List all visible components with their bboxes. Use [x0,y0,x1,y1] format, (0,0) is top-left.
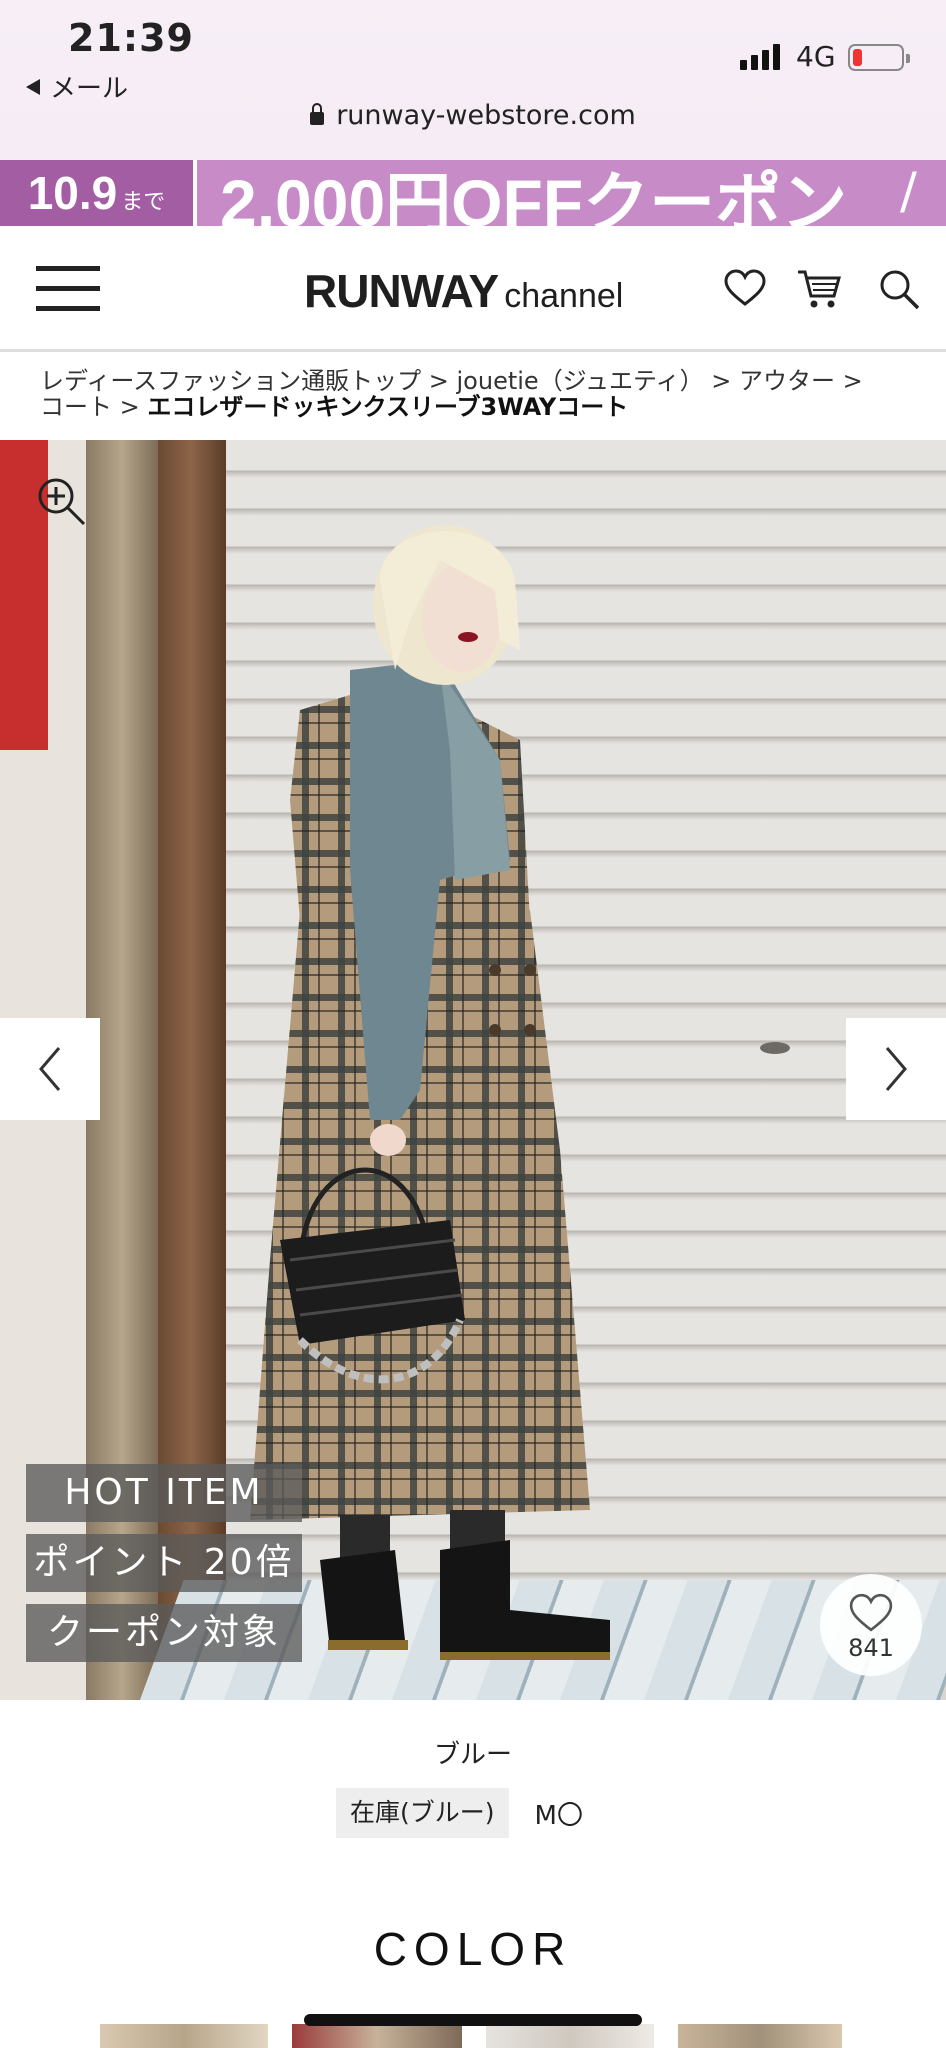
breadcrumb-separator: > [711,367,732,395]
network-type: 4G [796,40,836,73]
site-logo[interactable]: RUNWAY channel [304,264,623,318]
hamburger-icon[interactable] [36,266,102,314]
zoom-in-icon[interactable] [36,476,88,528]
back-arrow-icon [26,79,40,95]
address-bar[interactable]: runway-webstore.com [0,100,946,131]
breadcrumb-link-outer[interactable]: アウター [739,367,835,395]
breadcrumb-link-coat[interactable]: コート [40,393,112,421]
logo-main: RUNWAY [304,265,499,317]
breadcrumb-link-brand[interactable]: jouetie（ジュエティ） [457,367,704,395]
search-icon[interactable] [876,266,922,312]
breadcrumb: レディースファッション通販トップ > jouetie（ジュエティ） > アウター… [40,368,920,420]
status-bar: 21:39 メール 4G runway-webstore.com [0,0,946,160]
thumbnail-scrollbar[interactable] [304,2014,642,2026]
chevron-left-icon [39,1047,61,1091]
next-image-button[interactable] [846,1018,946,1120]
banner-slash: / [900,162,917,220]
selected-color-name: ブルー [433,1740,512,1770]
coupon-deadline: 10.9 まで [0,160,193,226]
color-thumbnail[interactable] [486,2024,654,2048]
cart-icon[interactable] [796,266,842,312]
product-badges: HOT ITEM ポイント 20倍 クーポン対象 [26,1464,302,1674]
previous-image-button[interactable] [0,1018,100,1120]
coupon-text: 2,000円OFFクーポン [220,166,848,226]
stock-info: 在庫(ブルー) M〇 [336,1788,583,1838]
site-header: RUNWAY channel [0,226,946,352]
color-thumbnail[interactable] [678,2024,842,2048]
coupon-date-suffix: まで [121,190,166,215]
logo-sub: channel [504,277,624,315]
color-section-heading: COLOR [373,1923,573,1975]
heart-icon [849,1593,893,1632]
banner-divider [193,160,197,226]
favorite-button[interactable]: 841 [820,1574,922,1676]
heart-icon[interactable] [722,266,768,312]
badge-points: ポイント 20倍 [26,1534,302,1592]
lock-icon [310,103,325,125]
coupon-banner[interactable]: 10.9 まで 2,000円OFFクーポン / [0,160,946,226]
signal-icon [740,44,780,70]
stock-sizes: M〇 [534,1800,583,1831]
breadcrumb-separator: > [842,367,863,395]
badge-hot-item: HOT ITEM [26,1464,302,1522]
breadcrumb-link-top[interactable]: レディースファッション通販トップ [40,367,421,395]
breadcrumb-separator: > [119,393,140,421]
color-thumbnail[interactable] [292,2024,462,2048]
battery-icon [848,44,910,71]
breadcrumb-current: エコレザードッキンクスリーブ3WAYコート [147,393,629,421]
stock-label: 在庫(ブルー) [336,1788,509,1838]
coupon-date: 10.9 [27,167,118,219]
chevron-right-icon [885,1047,907,1091]
badge-coupon: クーポン対象 [26,1604,302,1662]
clock: 21:39 [68,16,194,60]
favorite-count: 841 [848,1634,894,1662]
url-text: runway-webstore.com [336,100,636,131]
color-thumbnail[interactable] [100,2024,268,2048]
breadcrumb-separator: > [428,367,449,395]
